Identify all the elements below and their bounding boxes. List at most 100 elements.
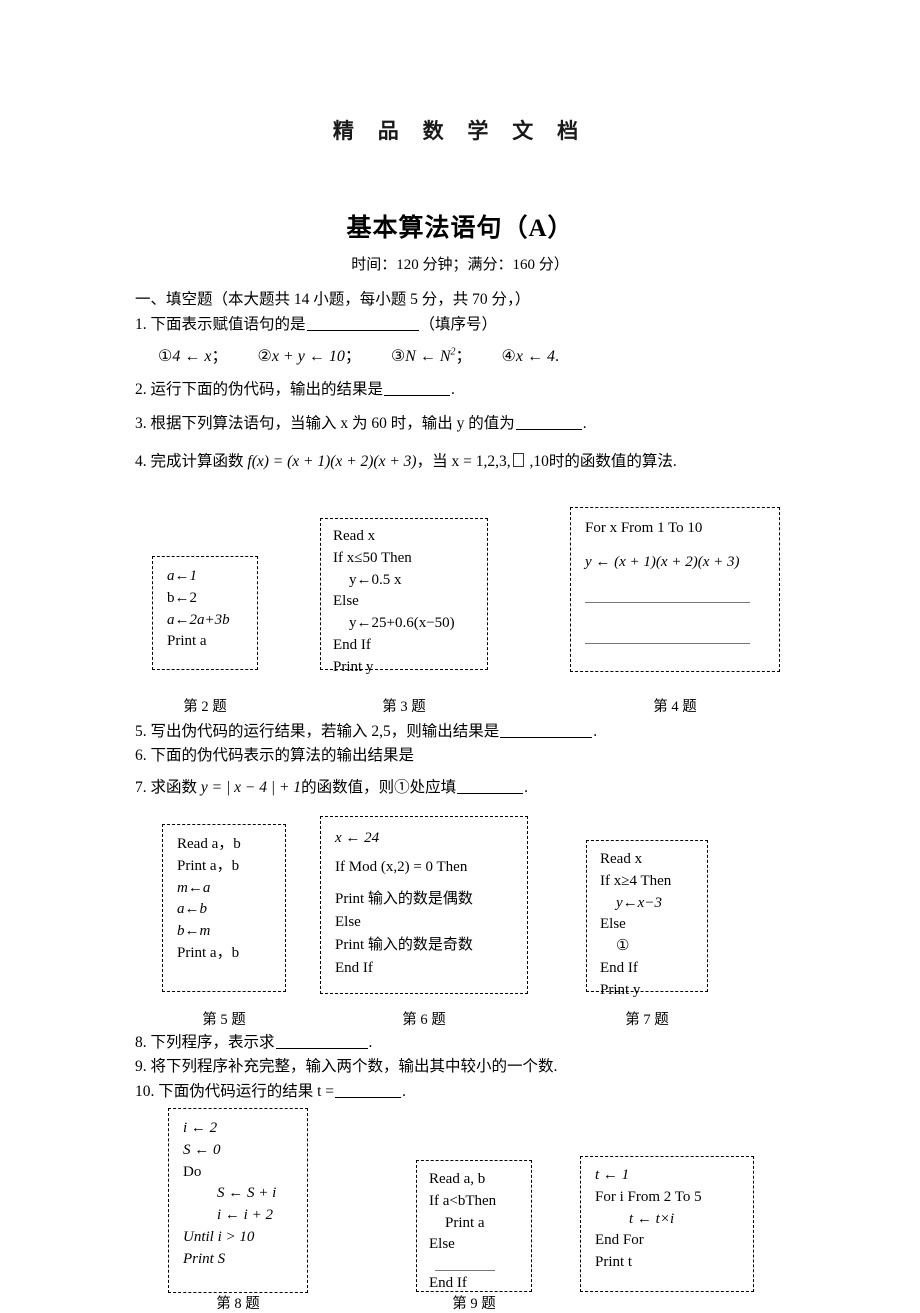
code-line: Print t [595,1254,633,1270]
code-line: Print a [445,1214,485,1231]
code-box-q3: Read x If x≤50 Then y←0.5 x Else y←25+0.… [320,518,488,675]
answer-blank[interactable] [384,395,451,396]
code-line: S ← 0 [183,1141,221,1158]
answer-blank[interactable] [457,793,524,794]
section-heading: 一、填空题（本大题共 14 小题，每小题 5 分，共 70 分，） [135,291,531,308]
question-8-text: 8. 下列程序，表示求 [135,1034,275,1051]
answer-rule[interactable] [585,601,750,603]
code-line: Read x [600,851,643,867]
question-7-prefix: 7. 求函数 [135,779,201,796]
code-line: End If [600,959,638,976]
code-line: y←25+0.6(x−50) [349,615,455,631]
answer-rule[interactable] [585,642,750,644]
page-title: 基本算法语句（A） [346,215,574,242]
option-1: ①4 ← x； [158,348,228,366]
code-line: Until i > 10 [183,1228,255,1245]
code-box-q5: Read a，b Print a，b m←a a←b b←m Print a，b [162,824,286,992]
answer-rule[interactable] [435,1270,495,1271]
code-line: Print a，b [177,944,240,961]
code-line: If a<bThen [429,1192,497,1209]
question-9: 9. 将下列程序补充完整，输入两个数，输出其中较小的一个数. [135,1058,558,1075]
question-3-text: 3. 根据下列算法语句，当输入 x 为 60 时，输出 y 的值为 [135,415,515,432]
answer-blank[interactable] [515,429,582,430]
code-line: a←1 [167,568,197,584]
code-box-q6: x ← 24 If Mod (x,2) = 0 Then Print 输入的数是… [320,816,528,994]
question-3: 3. 根据下列算法语句，当输入 x 为 60 时，输出 y 的值为. [135,415,587,432]
code-box-q4: For x From 1 To 10 y ← (x + 1)(x + 2)(x … [570,507,780,672]
code-line: Print 输入的数是偶数 [335,890,473,907]
missing-glyph-box [512,453,524,467]
question-1-text: 1. 下面表示赋值语句的是 [135,316,306,333]
code-line: Else [600,916,626,933]
code-line: Print a，b [177,857,240,874]
code-line: If x≥4 Then [600,872,672,889]
question-2: 2. 运行下面的伪代码，输出的结果是. [135,381,455,398]
code-line: a←2a+3b [167,611,230,628]
code-line: Print y [333,658,374,675]
question-7-function: y = | x − 4 | + 1 [200,779,302,796]
question-4-tail: ,10时的函数值的算法. [525,453,677,470]
question-8: 8. 下列程序，表示求. [135,1034,373,1051]
code-box-q9: Read a, b If a<bThen Print a Else End If [416,1160,532,1292]
code-line: Read a, b [429,1171,486,1187]
code-line: Read a，b [177,836,241,852]
question-4-prefix: 4. 完成计算函数 [135,453,248,470]
option-4: ④x ← 4. [501,348,559,366]
question-6: 6. 下面的伪代码表示的算法的输出结果是 [135,747,415,764]
question-10-prefix: 10. 下面伪代码运行的结果 t = [135,1083,335,1100]
code-line: Print a [167,633,207,650]
question-1-options: ①4 ← x； ②x + y ← 10； ③N ← N2； ④x ← 4. [158,343,585,367]
code-line: Else [333,593,359,610]
code-line: x ← 24 [335,830,380,846]
code-line: m←a [177,879,211,896]
code-line: Do [183,1163,202,1180]
code-line: Print S [183,1250,226,1267]
code-line: Print y [600,981,641,998]
code-line: i ← 2 [183,1120,218,1136]
document-page: 精 品 数 学 文 档 基本算法语句（A） 时间：120 分钟；满分：160 分… [0,0,920,1312]
code-line: End For [595,1232,644,1249]
code-box-q10: t ← 1 For i From 2 To 5 t ← t×i End For … [580,1156,754,1292]
option-2: ②x + y ← 10； [257,348,361,366]
answer-blank[interactable] [306,330,419,331]
code-line: t ← 1 [595,1167,630,1183]
caption-q2: 第 2 题 [183,699,227,715]
code-line: Print 输入的数是奇数 [335,937,473,953]
code-box-q2: a←1 b←2 a←2a+3b Print a [152,556,258,670]
code-box-q7: Read x If x≥4 Then y←x−3 Else ① End If P… [586,840,708,998]
caption-q7: 第 7 题 [625,1012,669,1028]
code-line: End If [333,636,371,653]
code-line: t ← t×i [629,1210,675,1227]
answer-blank[interactable] [335,1097,402,1098]
question-4-function: f(x) = (x + 1)(x + 2)(x + 3) [247,453,417,470]
code-line: Read x [333,528,376,544]
code-line: If x≤50 Then [333,549,412,566]
question-5-text: 5. 写出伪代码的运行结果，若输入 2,5，则输出结果是 [135,723,500,740]
caption-q6: 第 6 题 [402,1012,446,1028]
code-line: y←0.5 x [349,571,402,588]
code-line: y ← (x + 1)(x + 2)(x + 3) [585,553,740,570]
caption-q3: 第 3 题 [382,699,426,715]
code-line: End If [335,960,373,977]
code-line-blank-marker[interactable]: ① [600,936,707,958]
question-2-text: 2. 运行下面的伪代码，输出的结果是 [135,381,384,398]
question-7: 7. 求函数 y = | x − 4 | + 1的函数值，则①处应填. [135,779,528,796]
answer-blank[interactable] [500,737,593,738]
question-5: 5. 写出伪代码的运行结果，若输入 2,5，则输出结果是. [135,723,598,740]
code-line: Else [335,913,361,930]
code-line: y←x−3 [616,894,662,911]
exam-info-subtitle: 时间：120 分钟；满分：160 分） [351,257,569,273]
code-line: i ← i + 2 [217,1207,273,1223]
question-4: 4. 完成计算函数 f(x) = (x + 1)(x + 2)(x + 3)，当… [135,452,677,472]
code-line: For i From 2 To 5 [595,1188,702,1205]
code-line: If Mod (x,2) = 0 Then [335,859,468,876]
caption-q8: 第 8 题 [216,1296,260,1312]
code-line: b←m [177,923,211,939]
document-watermark-header: 精 品 数 学 文 档 [332,120,588,143]
code-line: Else [429,1236,455,1253]
caption-q9: 第 9 题 [452,1296,496,1312]
answer-blank[interactable] [275,1048,368,1049]
caption-q5: 第 5 题 [202,1012,246,1028]
question-1-suffix: （填序号） [419,316,498,333]
option-3: ③N ← N2； [390,347,472,366]
